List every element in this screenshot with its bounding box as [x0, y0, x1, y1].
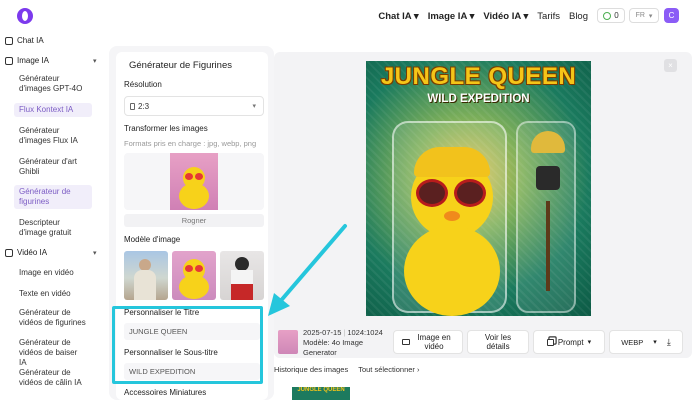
annotation-arrow-icon [268, 224, 347, 316]
app-root: Chat IA ▾ Image IA ▾ Vidéo IA ▾ Tarifs B… [0, 0, 700, 400]
